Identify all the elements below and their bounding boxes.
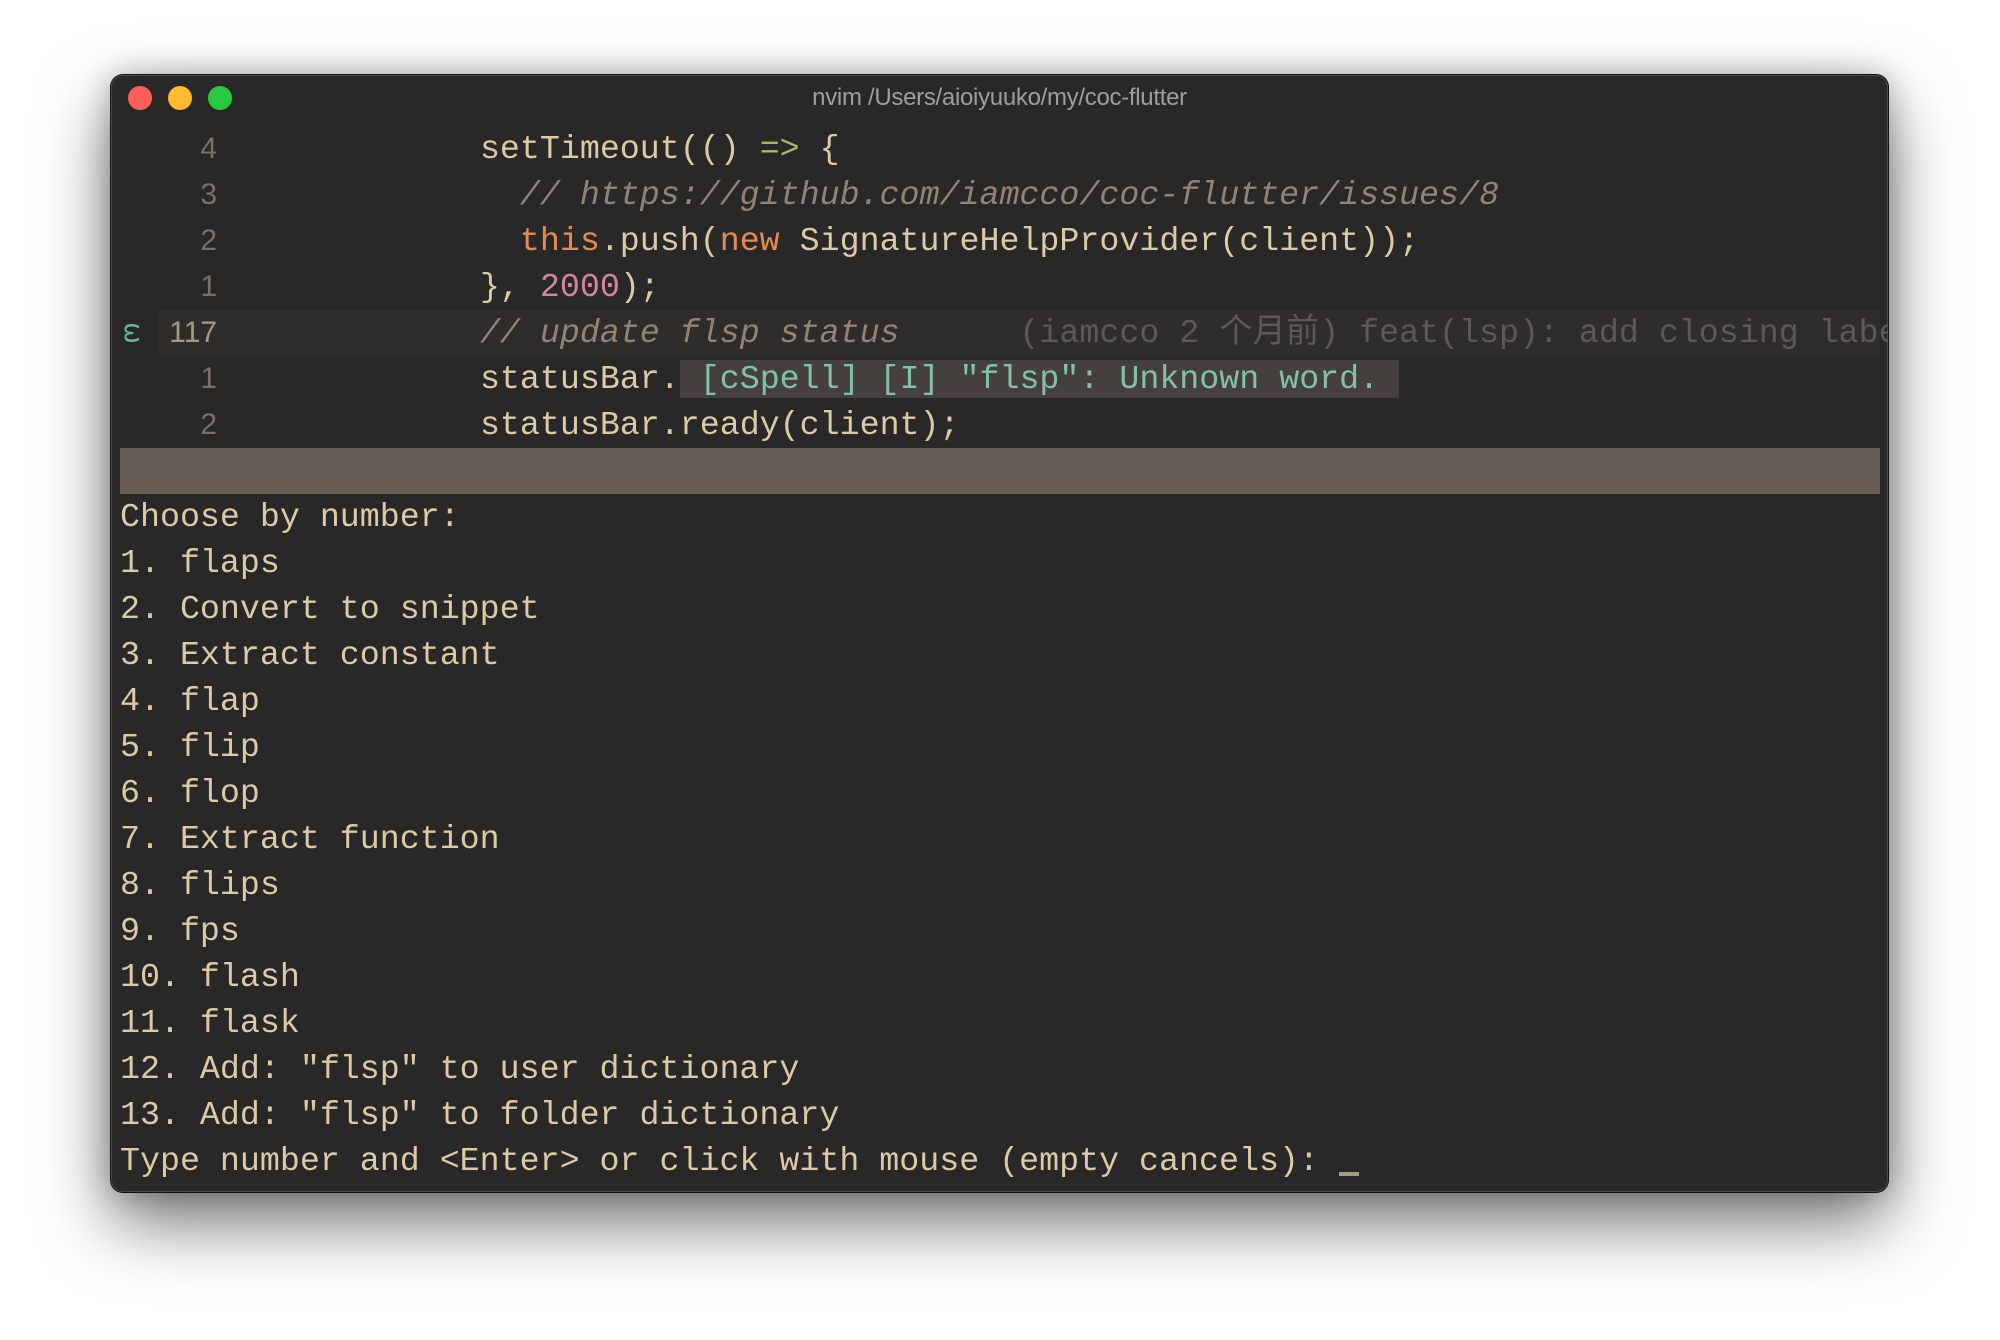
prompt-input-line[interactable]: Type number and <Enter> or click with mo… xyxy=(120,1138,1359,1184)
code-text: statusBar.ready(client); xyxy=(400,402,960,448)
code-line[interactable]: 1 }, 2000); xyxy=(111,264,1888,310)
git-blame-virtual-text: (iamcco 2 个月前) feat(lsp): add closing la… xyxy=(899,314,1888,352)
window-title: nvim /Users/aioiyuuko/my/coc-flutter xyxy=(812,84,1187,111)
prompt-option[interactable]: 8. flips xyxy=(120,862,280,908)
prompt-option[interactable]: 5. flip xyxy=(120,724,260,770)
line-number: 117 xyxy=(169,316,217,349)
code-token: // https://github.com/iamcco/coc-flutter… xyxy=(519,176,1499,214)
prompt-option[interactable]: 7. Extract function xyxy=(120,816,500,862)
prompt-option[interactable]: 2. Convert to snippet xyxy=(120,586,540,632)
prompt-header: Choose by number: xyxy=(120,498,460,536)
text-cursor xyxy=(1338,1172,1359,1176)
code-token: new xyxy=(719,222,780,260)
code-text: }, 2000); xyxy=(400,264,660,310)
code-text: this.push(new SignatureHelpProvider(clie… xyxy=(400,218,1419,264)
prompt-option[interactable]: 13. Add: "flsp" to folder dictionary xyxy=(120,1092,839,1138)
code-token: }, xyxy=(479,268,540,306)
statusline xyxy=(120,448,1880,494)
line-number: 1 xyxy=(200,270,217,303)
prompt-option[interactable]: 10. flash xyxy=(120,954,300,1000)
code-token: 2000 xyxy=(539,268,620,306)
code-token: ); xyxy=(619,268,660,306)
code-text: // update flsp status (iamcco 2 个月前) fea… xyxy=(400,310,1888,356)
diagnostic-virtual-text: [cSpell] [I] "flsp": Unknown word. xyxy=(679,360,1400,398)
title-bar: nvim /Users/aioiyuuko/my/coc-flutter xyxy=(111,75,1888,121)
code-line[interactable]: 2 statusBar.ready(client); xyxy=(111,402,1888,448)
code-line[interactable]: 3 // https://github.com/iamcco/coc-flutt… xyxy=(111,172,1888,218)
code-token: SignatureHelpProvider(client)); xyxy=(779,222,1420,260)
line-number: 4 xyxy=(200,132,217,165)
code-line[interactable]: 1 statusBar. [cSpell] [I] "flsp": Unknow… xyxy=(111,356,1888,402)
code-token: .push( xyxy=(599,222,720,260)
prompt-option[interactable]: 6. flop xyxy=(120,770,260,816)
prompt-option[interactable]: 3. Extract constant xyxy=(120,632,500,678)
code-token: { xyxy=(799,130,840,168)
prompt-option[interactable]: 9. fps xyxy=(120,908,240,954)
line-number: 3 xyxy=(200,178,217,211)
git-blame-icon: ω xyxy=(118,322,148,344)
code-token: // update flsp status xyxy=(479,314,900,352)
code-line[interactable]: 4 setTimeout(() => { xyxy=(111,126,1888,172)
prompt-option[interactable]: 12. Add: "flsp" to user dictionary xyxy=(120,1046,799,1092)
code-text: // https://github.com/iamcco/coc-flutter… xyxy=(400,172,1499,218)
prompt-option[interactable]: 1. flaps xyxy=(120,540,280,586)
code-text: setTimeout(() => { xyxy=(400,126,840,172)
code-token: => xyxy=(759,130,800,168)
code-text: statusBar. [cSpell] [I] "flsp": Unknown … xyxy=(400,356,1400,402)
code-line-current[interactable]: ω 117 // update flsp status (iamcco 2 个月前… xyxy=(111,310,1888,356)
prompt-option[interactable]: 11. flask xyxy=(120,1000,300,1046)
line-number: 2 xyxy=(200,408,217,441)
code-token: statusBar. xyxy=(479,360,680,398)
prompt-option[interactable]: 4. flap xyxy=(120,678,260,724)
code-token: this xyxy=(519,222,600,260)
prompt-footer-text: Type number and <Enter> or click with mo… xyxy=(120,1142,1319,1180)
terminal-window: nvim /Users/aioiyuuko/my/coc-flutter 4 s… xyxy=(111,75,1888,1192)
code-line[interactable]: 2 this.push(new SignatureHelpProvider(cl… xyxy=(111,218,1888,264)
line-number: 2 xyxy=(200,224,217,257)
code-token: statusBar.ready(client); xyxy=(479,406,960,444)
code-token: setTimeout(() xyxy=(479,130,760,168)
line-number: 1 xyxy=(200,362,217,395)
